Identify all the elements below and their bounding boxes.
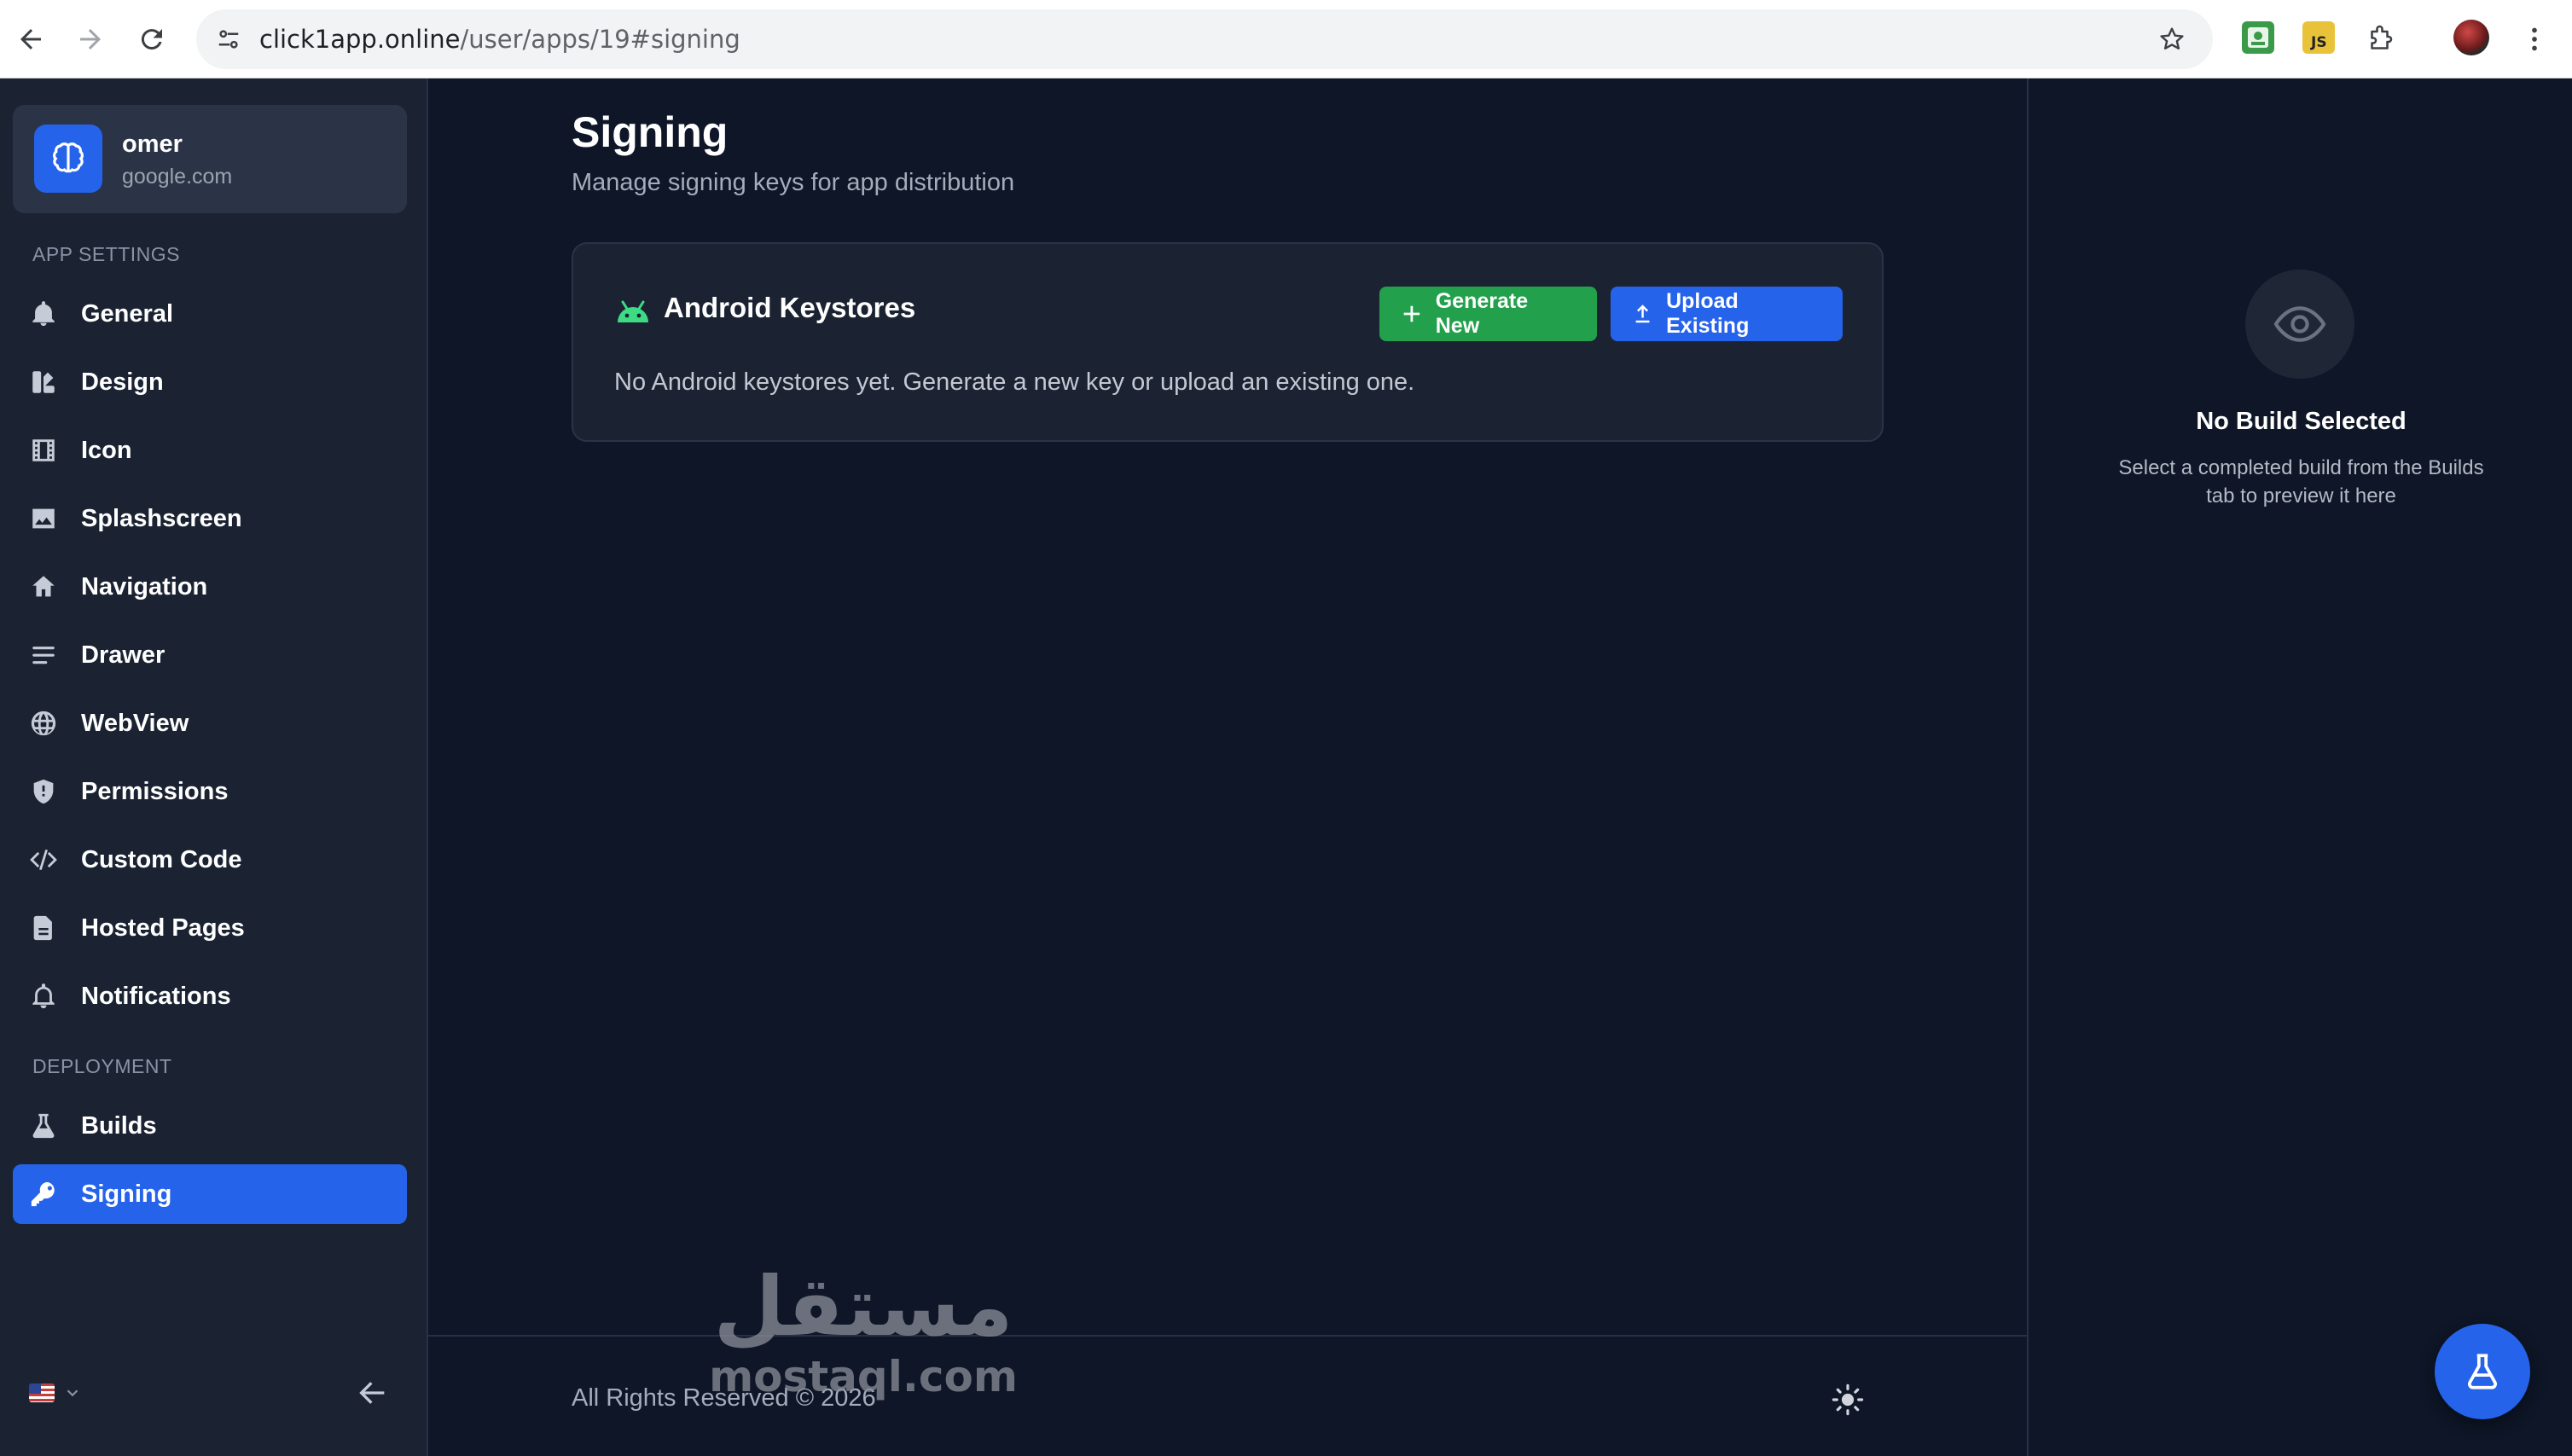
flask-icon [2468, 1354, 2497, 1389]
document-icon [28, 913, 59, 943]
browser-menu-button[interactable] [2511, 15, 2558, 63]
sidebar-item-custom-code[interactable]: Custom Code [13, 830, 407, 890]
reload-icon [141, 29, 162, 50]
puzzle-icon [2371, 25, 2393, 49]
theme-toggle-button[interactable] [1829, 1381, 1867, 1418]
sidebar-item-label: Notifications [81, 982, 231, 1010]
url-path: /user/apps/19#signing [460, 25, 740, 54]
sidebar-item-label: WebView [81, 709, 189, 737]
upload-existing-button[interactable]: Upload Existing [1611, 287, 1843, 341]
url-host: click1app.online [259, 25, 461, 54]
deployment-section-label: DEPLOYMENT [32, 1055, 172, 1077]
sidebar-item-splashscreen[interactable]: Splashscreen [13, 489, 407, 548]
app-logo [34, 125, 102, 193]
watermark-arabic: مستقل [713, 1259, 1013, 1354]
extension-js-icon[interactable]: JS [2302, 21, 2335, 54]
bookmark-star-icon[interactable] [2155, 22, 2189, 56]
card-title: Android Keystores [664, 292, 916, 323]
sidebar-item-notifications[interactable]: Notifications [13, 966, 407, 1026]
upload-existing-label: Upload Existing [1666, 289, 1750, 338]
arrow-left-icon [20, 29, 41, 49]
account-card[interactable]: omer google.com [13, 105, 407, 213]
sidebar-item-webview[interactable]: WebView [13, 693, 407, 753]
account-name: omer [122, 131, 183, 158]
sun-icon [1832, 1383, 1864, 1416]
back-button[interactable] [7, 15, 55, 63]
sidebar-item-label: Builds [81, 1111, 157, 1140]
browser-toolbar: click1app.online/user/apps/19#signing JS [0, 0, 2572, 78]
profile-avatar[interactable] [2453, 20, 2489, 55]
svg-text:JS: JS [2310, 34, 2327, 51]
extensions-puzzle-button[interactable] [2357, 15, 2405, 63]
build-preview-panel: No Build Selected Select a completed bui… [2027, 78, 2572, 1456]
main-content: Signing Manage signing keys for app dist… [428, 78, 2027, 1456]
sidebar-item-label: Custom Code [81, 845, 242, 873]
home-icon [28, 571, 59, 602]
plus-icon [1403, 305, 1420, 322]
android-icon [618, 300, 648, 322]
sidebar-item-signing[interactable]: Signing [13, 1164, 407, 1224]
arrow-left-icon [359, 1382, 385, 1404]
account-domain: google.com [122, 165, 233, 189]
lines-icon [28, 640, 59, 670]
flask-icon [28, 1111, 59, 1141]
empty-state-message: No Android keystores yet. Generate a new… [614, 368, 1415, 396]
generate-new-label: Generate New [1435, 289, 1529, 338]
language-selector[interactable] [29, 1383, 82, 1402]
sidebar-item-design[interactable]: Design [13, 352, 407, 412]
chevron-down-icon [67, 1389, 78, 1397]
reload-button[interactable] [128, 15, 176, 63]
sidebar-item-label: General [81, 299, 173, 328]
us-flag-icon [29, 1383, 55, 1402]
bell-outline-icon [28, 981, 59, 1012]
watermark-logo: مستقل mostaql.com [701, 1261, 1025, 1401]
app-settings-section-label: APP SETTINGS [32, 243, 181, 265]
code-icon [28, 844, 59, 875]
watermark-latin: mostaql.com [709, 1352, 1018, 1401]
globe-icon [28, 708, 59, 739]
page-title: Signing [572, 108, 729, 156]
page-subtitle: Manage signing keys for app distribution [572, 169, 1015, 196]
arrow-right-icon [80, 29, 101, 49]
no-build-description: Select a completed build from the Builds… [2118, 456, 2484, 508]
kebab-menu-icon [2532, 27, 2537, 51]
sidebar-item-permissions[interactable]: Permissions [13, 762, 407, 821]
film-icon [28, 435, 59, 466]
sidebar-item-label: Signing [81, 1180, 172, 1208]
sidebar-item-navigation[interactable]: Navigation [13, 557, 407, 617]
sidebar-item-drawer[interactable]: Drawer [13, 625, 407, 685]
page-footer: All Rights Reserved © 2026 [428, 1335, 2027, 1456]
bell-icon [28, 299, 59, 329]
sidebar-item-builds[interactable]: Builds [13, 1096, 407, 1156]
shield-icon [28, 776, 59, 807]
sidebar: omer google.com APP SETTINGS General Des… [0, 78, 428, 1456]
image-icon [28, 503, 59, 534]
site-settings-icon[interactable] [212, 22, 246, 56]
collapse-sidebar-button[interactable] [351, 1372, 394, 1414]
key-icon [28, 1179, 59, 1209]
generate-new-button[interactable]: Generate New [1379, 287, 1597, 341]
test-flask-fab-button[interactable] [2435, 1324, 2530, 1419]
sidebar-item-label: Drawer [81, 641, 165, 669]
palette-icon [28, 367, 59, 397]
sidebar-item-label: Splashscreen [81, 504, 242, 532]
url-text[interactable]: click1app.online/user/apps/19#signing [259, 9, 740, 69]
eye-icon [2245, 270, 2354, 379]
sidebar-item-label: Design [81, 368, 164, 396]
sidebar-item-hosted-pages[interactable]: Hosted Pages [13, 898, 407, 958]
extension-green-icon[interactable] [2242, 21, 2274, 54]
android-keystores-card: Android Keystores Generate New Upload Ex… [572, 242, 1884, 442]
forward-button[interactable] [67, 15, 114, 63]
sidebar-item-general[interactable]: General [13, 284, 407, 344]
sidebar-item-label: Navigation [81, 572, 208, 600]
address-bar[interactable]: click1app.online/user/apps/19#signing [196, 9, 2213, 69]
sidebar-item-label: Permissions [81, 777, 229, 805]
upload-icon [1635, 305, 1650, 323]
sidebar-item-label: Icon [81, 436, 132, 464]
sidebar-item-icon[interactable]: Icon [13, 421, 407, 480]
no-build-title: No Build Selected [2196, 408, 2407, 435]
brain-icon [53, 142, 84, 173]
sidebar-item-label: Hosted Pages [81, 914, 245, 942]
